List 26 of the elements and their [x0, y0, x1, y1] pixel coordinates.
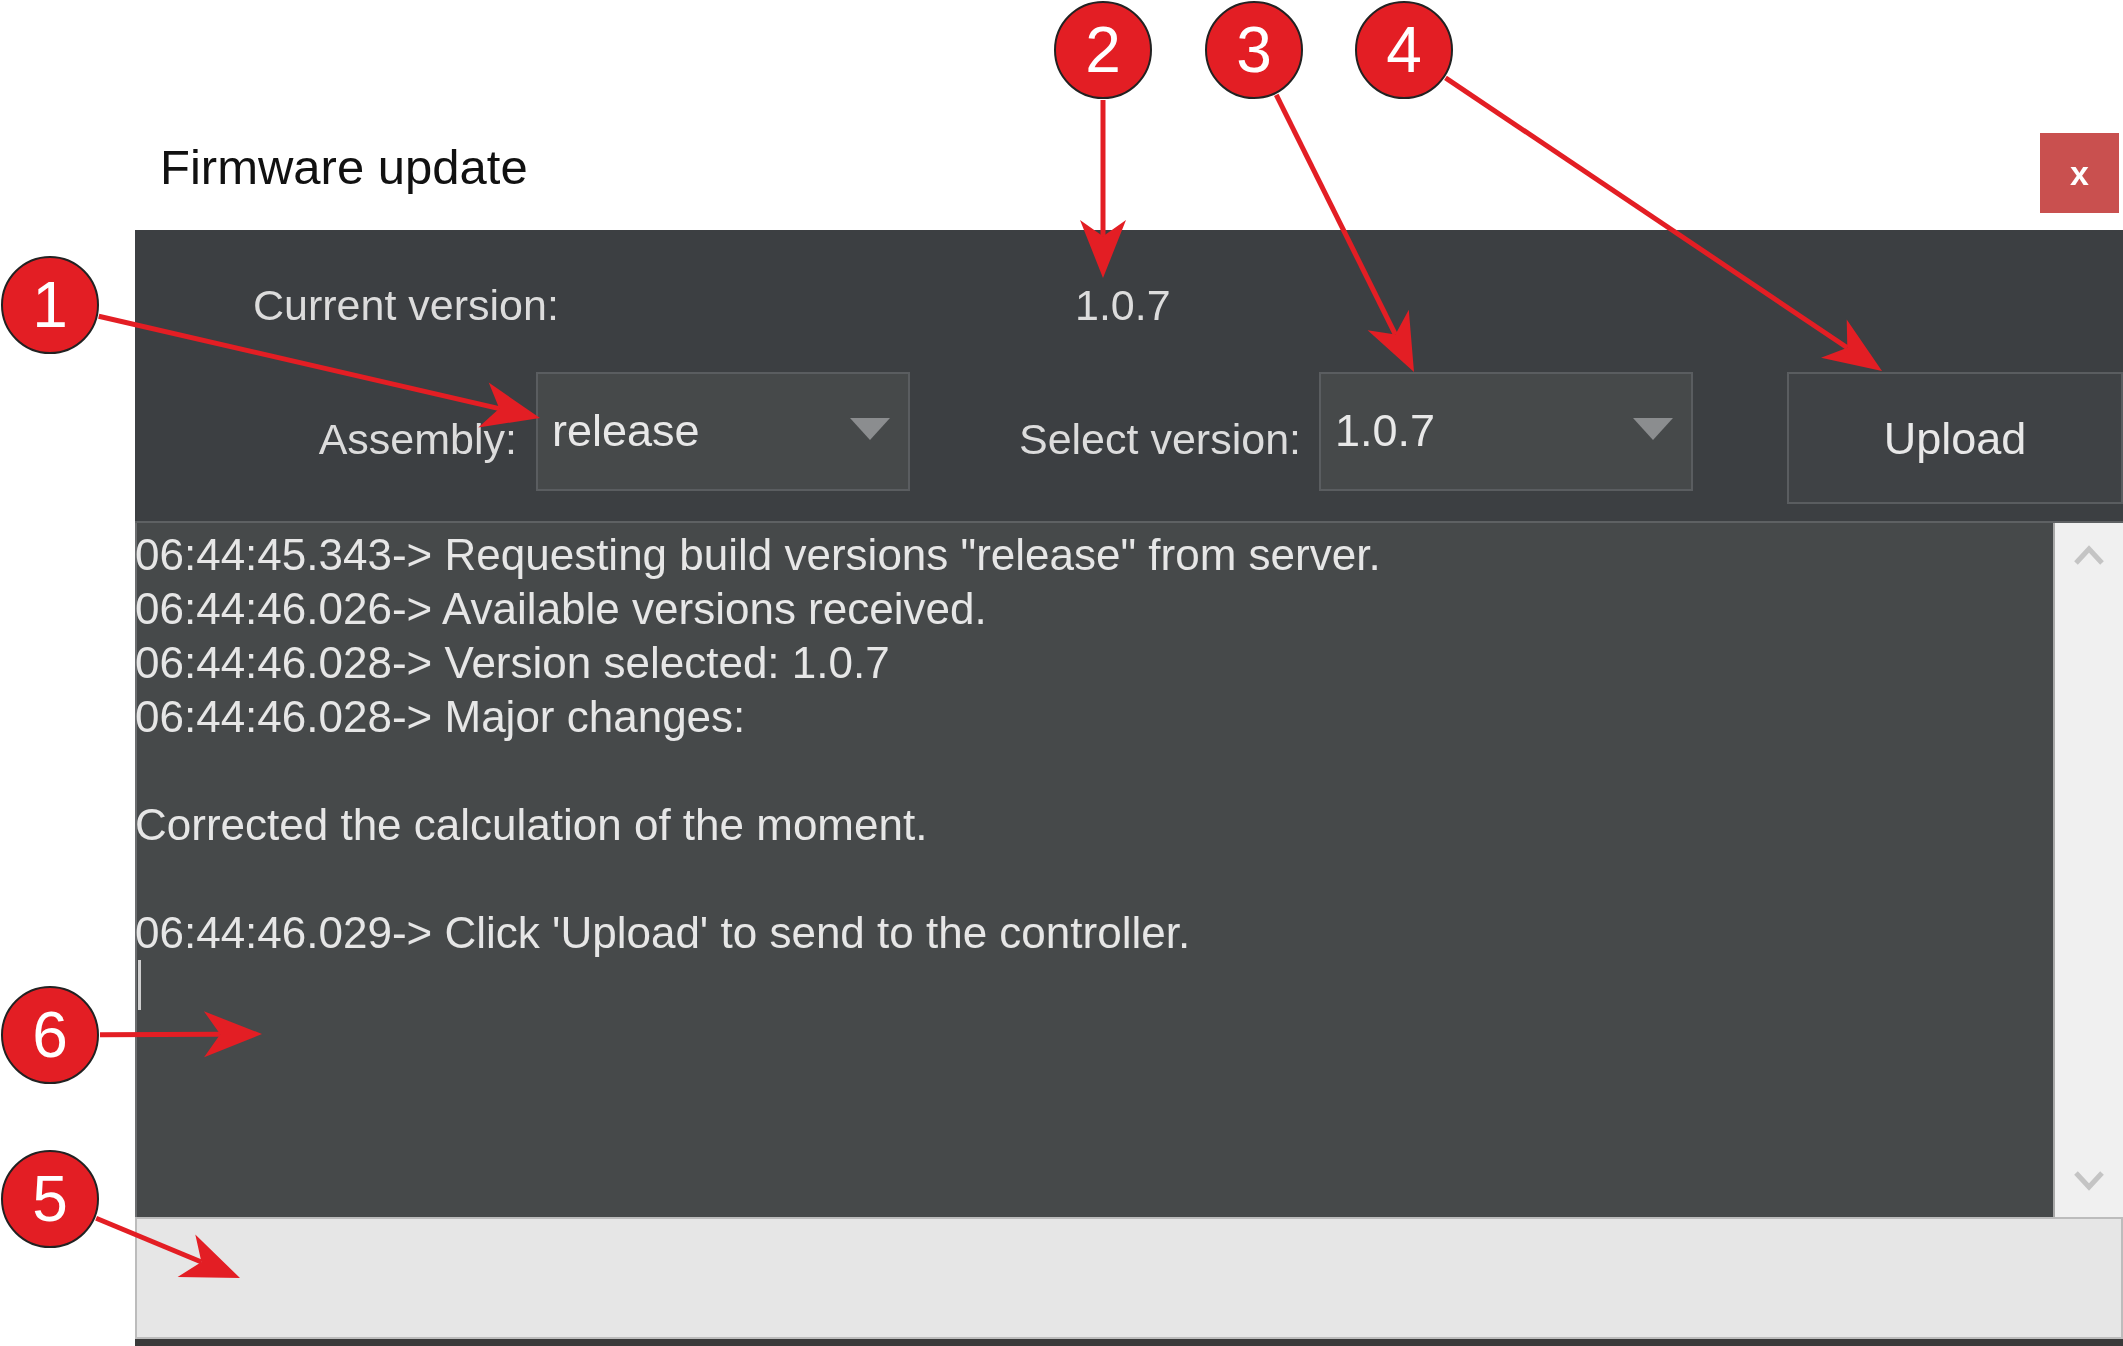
- callout-badge: 3: [1205, 1, 1303, 99]
- scrollbar[interactable]: [2053, 523, 2123, 1217]
- chevron-up-icon[interactable]: [2074, 545, 2104, 565]
- log-line: 06:44:46.029-> Click 'Upload' to send to the controller.: [135, 907, 1191, 959]
- assembly-dropdown[interactable]: release: [536, 372, 910, 491]
- callout-badge: 6: [1, 986, 99, 1084]
- current-version-label: Current version:: [253, 280, 559, 329]
- log-line: 06:44:46.026-> Available versions received.: [135, 583, 987, 635]
- callout-badge: 1: [1, 256, 99, 354]
- callout-badge: 2: [1054, 1, 1152, 99]
- assembly-label: Assembly:: [318, 414, 517, 465]
- version-dropdown[interactable]: 1.0.7: [1319, 372, 1693, 491]
- log-line: 06:44:46.028-> Version selected: 1.0.7: [135, 637, 890, 689]
- dropdown-caret-icon: [1633, 417, 1673, 440]
- window-title: Firmware update: [160, 139, 528, 196]
- close-button[interactable]: x: [2040, 133, 2119, 213]
- log-line: 06:44:46.028-> Major changes:: [135, 691, 746, 743]
- log-line: Corrected the calculation of the moment.: [135, 799, 928, 851]
- select-version-label: Select version:: [1018, 414, 1301, 465]
- current-version-value: 1.0.7: [1075, 279, 1171, 331]
- dropdown-caret-icon: [850, 417, 890, 440]
- callout-badge: 5: [1, 1150, 99, 1248]
- log-line: 06:44:45.343-> Requesting build versions "release" from server.: [135, 529, 1381, 581]
- callout-badge: 4: [1355, 1, 1453, 99]
- upload-button[interactable]: Upload: [1787, 372, 2123, 504]
- chevron-down-icon[interactable]: [2074, 1171, 2104, 1191]
